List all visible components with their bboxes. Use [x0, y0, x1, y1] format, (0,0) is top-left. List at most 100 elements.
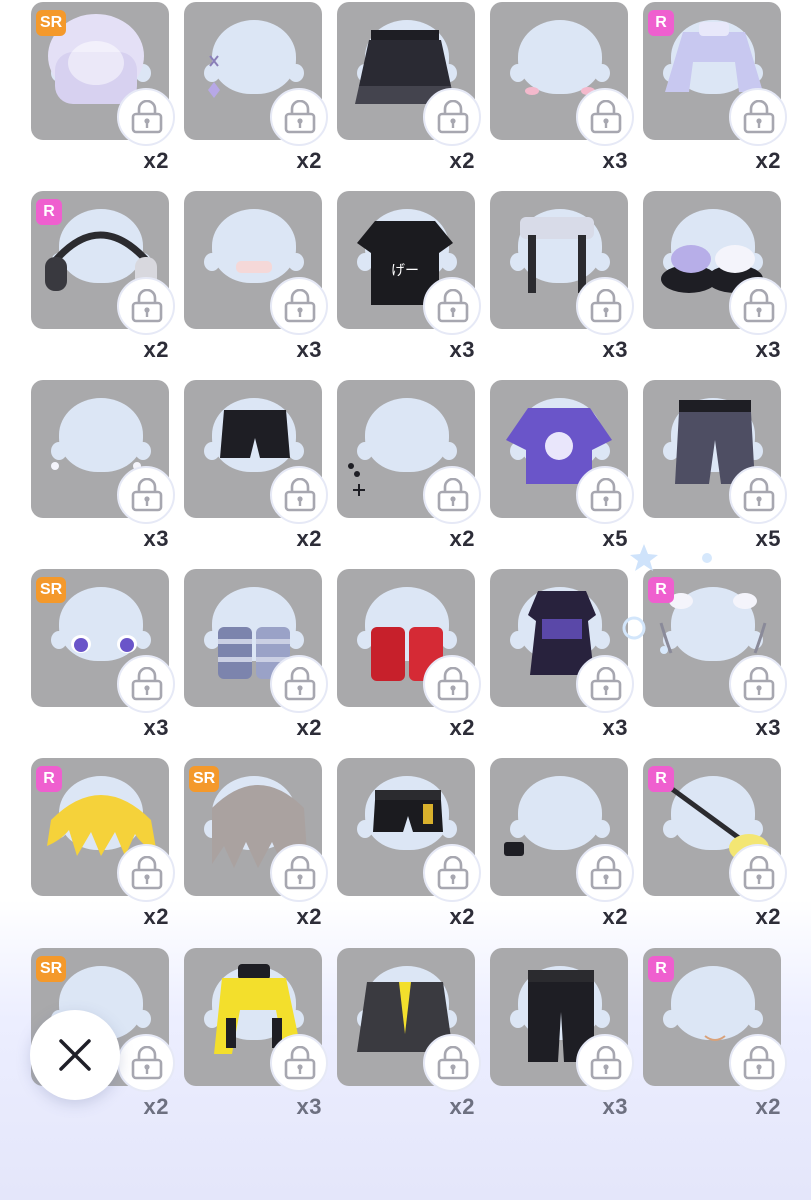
item-guitar-yellow[interactable]: Rx2 — [643, 758, 787, 948]
rarity-badge: SR — [36, 956, 67, 982]
item-hair-grey-ponytail[interactable]: SR x2 — [184, 758, 328, 948]
close-icon — [59, 1039, 91, 1071]
item-wristband[interactable]: x2 — [490, 758, 634, 948]
lock-button[interactable] — [270, 277, 328, 335]
lock-icon — [131, 478, 163, 512]
lock-button[interactable] — [729, 844, 787, 902]
item-count: x5 — [755, 526, 781, 551]
item-bunny-slippers[interactable]: x3 — [643, 191, 787, 381]
item-count: x2 — [449, 904, 475, 929]
rarity-badge: SR — [36, 577, 67, 603]
lock-button[interactable] — [423, 1034, 481, 1092]
item-leg-warmers-striped[interactable]: x2 — [184, 569, 328, 759]
lock-icon — [743, 478, 775, 512]
lock-icon — [590, 478, 622, 512]
lock-button[interactable] — [270, 1034, 328, 1092]
item-tshirt-bunny[interactable]: げー x3 — [337, 191, 481, 381]
lock-button[interactable] — [729, 88, 787, 146]
lock-button[interactable] — [423, 277, 481, 335]
item-count: x2 — [602, 904, 628, 929]
lock-button[interactable] — [576, 277, 634, 335]
lock-button[interactable] — [117, 844, 175, 902]
lock-icon — [590, 1046, 622, 1080]
item-count: x2 — [755, 148, 781, 173]
lock-icon — [131, 856, 163, 890]
lock-button[interactable] — [270, 844, 328, 902]
close-button[interactable] — [30, 1010, 120, 1100]
item-tee-purple-smiley[interactable]: x5 — [490, 380, 634, 570]
item-eyes-violet[interactable]: SR x3 — [31, 569, 175, 759]
lock-icon — [437, 478, 469, 512]
lock-button[interactable] — [423, 466, 481, 524]
lock-button[interactable] — [729, 655, 787, 713]
item-earrings-cross[interactable]: x2 — [184, 2, 328, 192]
lock-icon — [131, 1046, 163, 1080]
item-jacket-lavender[interactable]: Rx2 — [643, 2, 787, 192]
item-count: x2 — [449, 715, 475, 740]
lock-button[interactable] — [117, 466, 175, 524]
item-bandage[interactable]: x3 — [184, 191, 328, 381]
lock-button[interactable] — [576, 655, 634, 713]
lock-button[interactable] — [270, 88, 328, 146]
item-count: x2 — [143, 337, 169, 362]
item-dress-black-purple[interactable]: x3 — [490, 569, 634, 759]
lock-icon — [743, 1046, 775, 1080]
item-count: x3 — [602, 1094, 628, 1119]
lock-icon — [131, 667, 163, 701]
lock-icon — [590, 667, 622, 701]
item-jacket-yellow[interactable]: x3 — [184, 948, 328, 1138]
lock-button[interactable] — [423, 844, 481, 902]
lock-button[interactable] — [729, 466, 787, 524]
item-mouth-small[interactable]: Rx2 — [643, 948, 787, 1138]
item-leg-warmers-red[interactable]: x2 — [337, 569, 481, 759]
item-ear-studs[interactable]: x3 — [31, 380, 175, 570]
lock-button[interactable] — [423, 655, 481, 713]
item-blush[interactable]: x3 — [490, 2, 634, 192]
lock-icon — [284, 667, 316, 701]
rarity-badge: R — [36, 766, 62, 792]
lock-button[interactable] — [270, 466, 328, 524]
lock-icon — [437, 667, 469, 701]
item-count: x2 — [296, 526, 322, 551]
lock-icon — [437, 289, 469, 323]
item-count: x3 — [602, 148, 628, 173]
lock-button[interactable] — [117, 1034, 175, 1092]
lock-icon — [590, 856, 622, 890]
item-count: x3 — [143, 526, 169, 551]
lock-button[interactable] — [117, 88, 175, 146]
lock-button[interactable] — [117, 655, 175, 713]
item-hair-blonde[interactable]: Rx2 — [31, 758, 175, 948]
lock-button[interactable] — [576, 466, 634, 524]
rarity-badge: R — [648, 956, 674, 982]
lock-button[interactable] — [117, 277, 175, 335]
lock-button[interactable] — [423, 88, 481, 146]
item-pants-lace[interactable]: x3 — [490, 948, 634, 1138]
lock-button[interactable] — [576, 88, 634, 146]
item-count: x2 — [143, 1094, 169, 1119]
item-hair-silver-bob[interactable]: SR x2 — [31, 2, 175, 192]
item-blazer-tie[interactable]: x2 — [337, 948, 481, 1138]
lock-button[interactable] — [729, 277, 787, 335]
rarity-badge: SR — [189, 766, 220, 792]
lock-icon — [743, 100, 775, 134]
lock-icon — [284, 478, 316, 512]
lock-button[interactable] — [576, 1034, 634, 1092]
sparkle-decoration — [622, 544, 712, 654]
lock-button[interactable] — [576, 844, 634, 902]
item-shorts-black[interactable]: x2 — [184, 380, 328, 570]
item-count: x2 — [449, 148, 475, 173]
item-ear-chain[interactable]: x2 — [337, 380, 481, 570]
item-count: x3 — [143, 715, 169, 740]
lock-button[interactable] — [270, 655, 328, 713]
lock-button[interactable] — [729, 1034, 787, 1092]
rarity-badge: R — [648, 766, 674, 792]
lock-icon — [590, 100, 622, 134]
item-shorts-chain[interactable]: x2 — [337, 758, 481, 948]
item-headphones[interactable]: Rx2 — [31, 191, 175, 381]
item-count: x2 — [143, 148, 169, 173]
item-suspenders[interactable]: x3 — [490, 191, 634, 381]
item-skirt-black-frill[interactable]: x2 — [337, 2, 481, 192]
item-count: x2 — [296, 715, 322, 740]
item-count: x2 — [296, 148, 322, 173]
lock-icon — [284, 856, 316, 890]
